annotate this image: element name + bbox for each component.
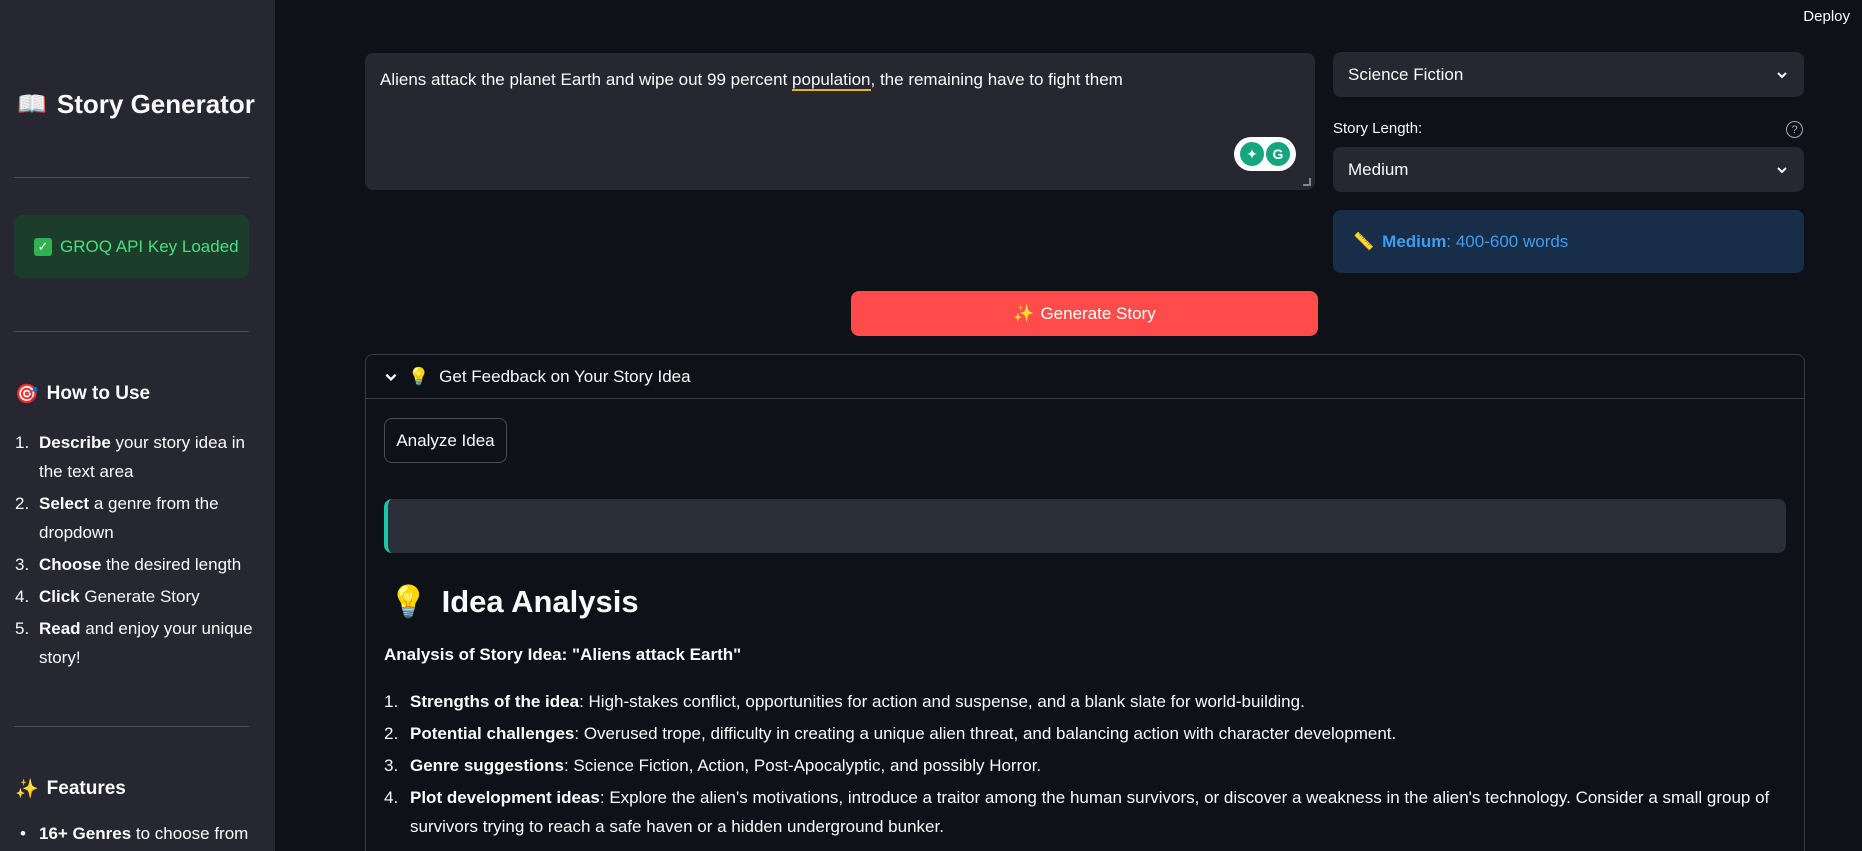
list-item: 2. Select a genre from the dropdown: [15, 489, 255, 547]
analysis-list: 1. Strengths of the idea: High-stakes con…: [384, 687, 1784, 844]
app-title: 📖 Story Generator: [17, 89, 255, 120]
resize-handle[interactable]: [1303, 178, 1311, 186]
feature-text: to choose from: [131, 824, 249, 843]
genre-select[interactable]: Science Fiction: [1333, 52, 1804, 97]
list-item: 3. Genre suggestions: Science Fiction, Ac…: [384, 751, 1784, 780]
bullet: •: [20, 824, 26, 843]
sidebar-divider: [14, 177, 249, 178]
step-keyword: Describe: [39, 433, 111, 452]
list-item: 4. Click Generate Story: [15, 582, 255, 611]
length-info-box: 📏 Medium: 400-600 words: [1333, 210, 1804, 273]
check-icon: ✓: [34, 237, 52, 256]
point-text: : Science Fiction, Action, Post-Apocalyp…: [563, 756, 1042, 775]
grammarly-icon[interactable]: G: [1266, 142, 1290, 166]
features-heading-text: Features: [46, 778, 126, 799]
how-to-list: 1. Describe your story idea in the text a…: [15, 428, 255, 675]
feedback-expander: 💡 Get Feedback on Your Story Idea Analyz…: [365, 354, 1805, 851]
story-text: , the remaining have to fight them: [870, 70, 1123, 89]
sidebar: 📖 Story Generator ✓ GROQ API Key Loaded …: [0, 0, 275, 851]
how-to-heading: 🎯 How to Use: [15, 382, 150, 406]
length-info-text: : 400-600 words: [1446, 231, 1569, 251]
story-length-value: Medium: [1348, 159, 1409, 179]
deploy-button[interactable]: Deploy: [1803, 8, 1850, 25]
list-item: • 16+ Genres to choose from: [15, 824, 255, 844]
list-number: 1.: [384, 692, 399, 711]
point-text: : High-stakes conflict, opportunities fo…: [579, 692, 1305, 711]
list-number: 2.: [384, 724, 399, 743]
list-number: 3.: [384, 756, 399, 775]
list-number: 1.: [15, 433, 30, 452]
generate-story-label: Generate Story: [1040, 303, 1156, 323]
help-icon[interactable]: ?: [1786, 121, 1803, 138]
lightbulb-icon: 💡: [389, 584, 428, 619]
ruler-icon: 📏: [1353, 231, 1375, 251]
story-length-select[interactable]: Medium: [1333, 147, 1804, 192]
step-text: Generate Story: [79, 587, 200, 606]
how-to-heading-text: How to Use: [46, 383, 151, 404]
feedback-expander-header[interactable]: 💡 Get Feedback on Your Story Idea: [366, 355, 1804, 399]
api-status-badge: ✓ GROQ API Key Loaded: [14, 215, 249, 278]
chevron-down-icon: [1777, 166, 1787, 173]
grammarly-widget[interactable]: ✦ G: [1234, 137, 1296, 171]
story-length-label: Story Length:: [1333, 120, 1423, 137]
lightbulb-icon[interactable]: ✦: [1240, 142, 1264, 166]
list-item: 3. Choose the desired length: [15, 550, 255, 579]
generate-story-button[interactable]: ✨ Generate Story: [851, 291, 1318, 336]
sidebar-divider: [14, 331, 249, 332]
list-number: 4.: [15, 587, 30, 606]
list-number: 3.: [15, 555, 30, 574]
list-item: 4. Plot development ideas: Explore the al…: [384, 783, 1784, 841]
step-keyword: Click: [39, 587, 80, 606]
app-title-text: Story Generator: [56, 89, 255, 119]
point-keyword: Genre suggestions: [410, 756, 564, 775]
list-number: 5.: [15, 619, 30, 638]
target-icon: 🎯: [15, 384, 39, 405]
list-number: 4.: [384, 788, 399, 807]
spellcheck-flagged-word[interactable]: population: [792, 70, 871, 91]
status-placeholder-box: [384, 499, 1786, 553]
api-status-text: GROQ API Key Loaded: [60, 236, 239, 256]
list-number: 2.: [15, 494, 30, 513]
list-item: 5. Read and enjoy your unique story!: [15, 614, 255, 672]
list-item: 2. Potential challenges: Overused trope, …: [384, 719, 1784, 748]
length-info-keyword: Medium: [1382, 231, 1447, 251]
book-icon: 📖: [17, 91, 47, 118]
lightbulb-icon: 💡: [408, 366, 430, 386]
point-text: : Explore the alien's motivations, intro…: [410, 788, 1770, 836]
features-list: • 16+ Genres to choose from: [15, 824, 255, 844]
genre-select-value: Science Fiction: [1348, 64, 1464, 84]
analyze-idea-button[interactable]: Analyze Idea: [384, 418, 507, 463]
analysis-title: 💡 Idea Analysis: [389, 583, 639, 620]
analysis-title-text: Idea Analysis: [441, 583, 639, 619]
step-text: the desired length: [101, 555, 242, 574]
story-idea-textarea[interactable]: Aliens attack the planet Earth and wipe …: [365, 53, 1315, 190]
sidebar-divider: [14, 726, 249, 727]
list-item: 1. Strengths of the idea: High-stakes con…: [384, 687, 1784, 716]
chevron-down-icon: [1777, 71, 1787, 78]
features-heading: ✨ Features: [15, 777, 126, 801]
analysis-subtitle: Analysis of Story Idea: "Aliens attack E…: [384, 645, 742, 664]
feature-keyword: 16+ Genres: [39, 824, 132, 843]
point-text: : Overused trope, difficulty in creating…: [574, 724, 1397, 743]
sparkles-icon: ✨: [15, 779, 39, 800]
point-keyword: Potential challenges: [410, 724, 575, 743]
point-keyword: Plot development ideas: [410, 788, 600, 807]
step-keyword: Read: [39, 619, 81, 638]
step-keyword: Choose: [39, 555, 102, 574]
list-item: 1. Describe your story idea in the text a…: [15, 428, 255, 486]
sparkles-icon: ✨: [1013, 303, 1035, 323]
step-keyword: Select: [39, 494, 90, 513]
chevron-down-icon: [385, 373, 397, 381]
feedback-header-text: Get Feedback on Your Story Idea: [439, 366, 691, 386]
story-text: Aliens attack the planet Earth and wipe …: [380, 70, 793, 89]
point-keyword: Strengths of the idea: [410, 692, 580, 711]
